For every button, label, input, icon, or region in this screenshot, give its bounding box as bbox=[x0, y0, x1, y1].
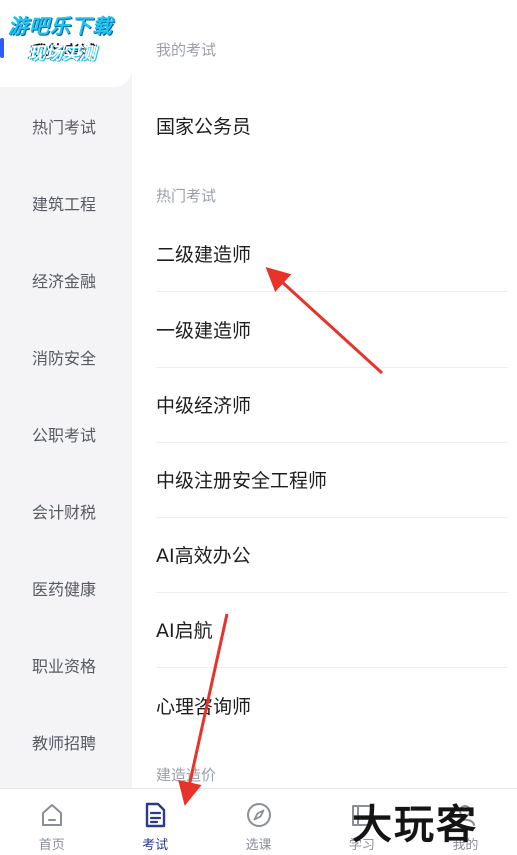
category-sidebar: 我的考试 热门考试 建筑工程 经济金融 消防安全 公职考试 会计财税 医药健康 … bbox=[0, 0, 132, 788]
sidebar-item-accounting-tax[interactable]: 会计财税 bbox=[0, 472, 132, 549]
tab-home[interactable]: 首页 bbox=[0, 789, 103, 855]
sidebar-item-label: 热门考试 bbox=[32, 117, 97, 137]
section-title-construction-cost: 建造造价 bbox=[156, 766, 217, 784]
sidebar-item-construction[interactable]: 建筑工程 bbox=[0, 164, 132, 241]
user-icon bbox=[451, 801, 479, 829]
tab-me[interactable]: 我的 bbox=[414, 789, 517, 855]
exam-item[interactable]: 二级建造师 bbox=[156, 216, 508, 292]
sidebar-item-label: 医药健康 bbox=[32, 579, 97, 599]
compass-icon bbox=[245, 801, 273, 829]
tab-exams[interactable]: 考试 bbox=[103, 789, 206, 855]
tab-label: 学习 bbox=[348, 838, 375, 853]
sidebar-item-label: 会计财税 bbox=[32, 502, 97, 522]
sidebar-item-label: 职业资格 bbox=[32, 656, 97, 676]
sidebar-item-vocational[interactable]: 职业资格 bbox=[0, 626, 132, 703]
sidebar-item-hot-exams[interactable]: 热门考试 bbox=[0, 87, 132, 164]
sidebar-item-label: 教师招聘 bbox=[32, 733, 97, 753]
sidebar-item-label: 公职考试 bbox=[32, 425, 97, 445]
sidebar-item-label: 我的考试 bbox=[32, 42, 97, 61]
sidebar-item-label: 消防安全 bbox=[32, 348, 97, 368]
exam-item[interactable]: 中级注册安全工程师 bbox=[156, 442, 508, 518]
exam-item[interactable]: AI启航 bbox=[156, 592, 508, 668]
tab-label: 选课 bbox=[245, 838, 272, 853]
section-title-my-exams: 我的考试 bbox=[156, 41, 217, 59]
exam-item[interactable]: 心理咨询师 bbox=[156, 667, 508, 743]
sidebar-item-economics-finance[interactable]: 经济金融 bbox=[0, 241, 132, 318]
tab-courses[interactable]: 选课 bbox=[207, 789, 310, 855]
exam-item[interactable]: 一级建造师 bbox=[156, 292, 508, 368]
home-icon bbox=[38, 801, 66, 829]
tab-label: 首页 bbox=[38, 838, 65, 853]
exam-item[interactable]: 国家公务员 bbox=[156, 87, 508, 163]
sidebar-item-label: 建筑工程 bbox=[32, 194, 97, 214]
tab-label: 我的 bbox=[452, 838, 479, 853]
sidebar-item-teacher-recruit[interactable]: 教师招聘 bbox=[0, 703, 132, 780]
sidebar-item-civil-service[interactable]: 公职考试 bbox=[0, 395, 132, 472]
section-title-hot-exams: 热门考试 bbox=[156, 187, 217, 205]
tab-label: 考试 bbox=[142, 838, 169, 853]
sidebar-item-fire-safety[interactable]: 消防安全 bbox=[0, 318, 132, 395]
exam-item[interactable]: 中级经济师 bbox=[156, 367, 508, 443]
book-icon bbox=[348, 801, 376, 829]
document-icon bbox=[141, 801, 169, 829]
sidebar-item-medical-health[interactable]: 医药健康 bbox=[0, 549, 132, 626]
exam-item[interactable]: AI高效办公 bbox=[156, 517, 508, 593]
sidebar-item-label: 经济金融 bbox=[32, 271, 97, 291]
bottom-tab-bar: 首页 考试 选课 学习 我的 bbox=[0, 788, 517, 855]
sidebar-item-my-exams[interactable]: 我的考试 bbox=[0, 0, 132, 87]
exam-list: 我的考试 国家公务员 热门考试 二级建造师 一级建造师 中级经济师 中级注册安全… bbox=[132, 0, 517, 788]
tab-study[interactable]: 学习 bbox=[310, 789, 413, 855]
